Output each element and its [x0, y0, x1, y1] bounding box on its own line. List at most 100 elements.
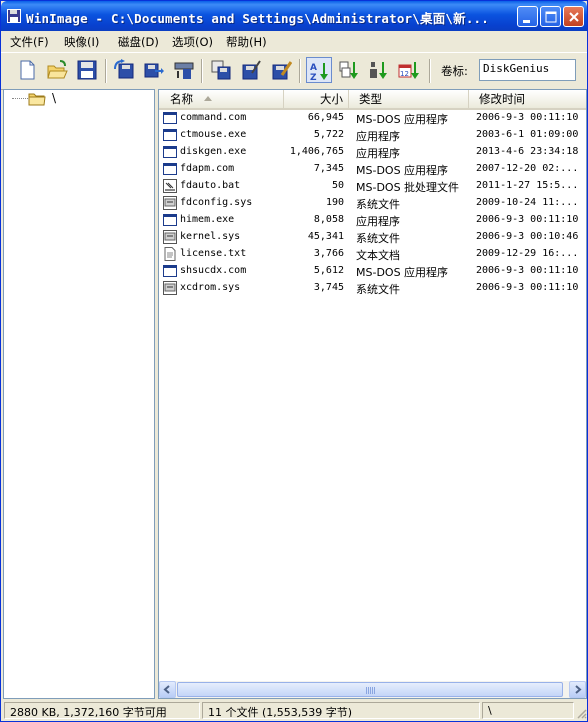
toolbar-separator — [299, 59, 301, 83]
table-row[interactable]: fdauto.bat 50 MS-DOS 批处理文件 2011-1-27 15:5..… — [159, 178, 586, 195]
sort-by-extension-button[interactable] — [336, 57, 362, 83]
table-row[interactable]: kernel.sys 45,341 系统文件 2006-9-3 00:10:46 — [159, 229, 586, 246]
cell-size: 5,722 — [313, 129, 344, 140]
volume-label-input[interactable]: DiskGenius — [479, 59, 576, 81]
sort-ascending-icon — [204, 96, 212, 101]
table-row[interactable]: shsucdx.com 5,612 MS-DOS 应用程序 2006-9-3 00:1… — [159, 263, 586, 280]
column-header-size[interactable]: 大小 — [284, 90, 349, 108]
cell-modified: 2011-1-27 15:5... — [476, 180, 579, 191]
cell-size: 3,766 — [313, 248, 344, 259]
sort-size-icon — [370, 62, 387, 79]
new-button[interactable] — [14, 57, 40, 83]
cell-size: 190 — [325, 197, 344, 208]
minimize-icon — [523, 20, 530, 23]
cell-name: license.txt — [180, 248, 247, 259]
sys-file-icon — [163, 281, 177, 295]
scan-button[interactable] — [171, 57, 197, 83]
extract-icon — [144, 63, 164, 78]
folder-tree[interactable]: \ — [3, 89, 155, 699]
sort-name-icon: AZ — [310, 63, 328, 82]
close-icon — [569, 12, 579, 22]
scroll-right-button[interactable] — [569, 681, 586, 698]
menu-options[interactable]: 选项(O) — [172, 34, 213, 50]
cell-type: 应用程序 — [356, 130, 400, 143]
sort-by-date-button[interactable]: 12 — [396, 57, 422, 83]
minimize-button[interactable] — [517, 6, 538, 27]
maximize-button[interactable] — [540, 6, 561, 27]
open-folder-icon — [47, 60, 68, 79]
menu-file[interactable]: 文件(F) — [10, 34, 49, 50]
arrow-left-icon — [163, 685, 170, 694]
dos-app-icon — [163, 112, 177, 124]
sort-date-icon: 12 — [398, 62, 419, 79]
table-row[interactable]: command.com 66,945 MS-DOS 应用程序 2006-9-3 00:… — [159, 110, 586, 127]
table-row[interactable]: diskgen.exe 1,406,765 应用程序 2013-4-6 23:34:1… — [159, 144, 586, 161]
file-list[interactable]: 名称 大小 类型 修改时间 command.com 66,945 MS-DOS 应用… — [158, 89, 587, 699]
table-row[interactable]: himem.exe 8,058 应用程序 2006-9-3 00:11:10 — [159, 212, 586, 229]
toolbar: AZ 12 卷标: DiskGenius — [1, 52, 587, 90]
open-button[interactable] — [44, 57, 70, 83]
cell-name: ctmouse.exe — [180, 129, 247, 140]
cell-size: 7,345 — [313, 163, 344, 174]
table-row[interactable]: fdapm.com 7,345 MS-DOS 应用程序 2007-12-20 02:.… — [159, 161, 586, 178]
column-header-modified[interactable]: 修改时间 — [469, 90, 586, 108]
menu-bar: 文件(F) 映像(I) 磁盘(D) 选项(O) 帮助(H) — [1, 31, 587, 51]
app-icon — [163, 146, 177, 158]
sys-file-icon — [163, 230, 177, 244]
save-button[interactable] — [74, 57, 100, 83]
svg-text:A: A — [310, 63, 317, 73]
cell-type: 应用程序 — [356, 147, 400, 160]
write-disk-button[interactable] — [238, 57, 264, 83]
table-row[interactable]: fdconfig.sys 190 系统文件 2009-10-24 11:... — [159, 195, 586, 212]
tree-root-label[interactable]: \ — [50, 91, 58, 105]
cell-type: MS-DOS 应用程序 — [356, 113, 449, 126]
close-button[interactable] — [563, 6, 584, 27]
toolbar-separator — [201, 59, 203, 83]
format-disk-icon — [272, 61, 292, 80]
text-file-icon — [164, 247, 176, 261]
cell-type: 系统文件 — [356, 198, 400, 211]
cell-size: 45,341 — [307, 231, 344, 242]
extract-button[interactable] — [141, 57, 167, 83]
sort-by-size-button[interactable] — [366, 57, 392, 83]
cell-size: 5,612 — [313, 265, 344, 276]
cell-name: fdapm.com — [180, 163, 235, 174]
cell-type: MS-DOS 批处理文件 — [356, 181, 460, 194]
menu-image[interactable]: 映像(I) — [64, 34, 99, 50]
cell-modified: 2009-10-24 11:... — [476, 197, 579, 208]
cell-modified: 2009-12-29 16:... — [476, 248, 579, 259]
list-header: 名称 大小 类型 修改时间 — [159, 90, 586, 110]
resize-grip-icon[interactable] — [575, 707, 587, 719]
title-bar[interactable]: WinImage - C:\Documents and Settings\Adm… — [1, 1, 587, 31]
maximize-icon — [545, 11, 557, 23]
cell-name: xcdrom.sys — [180, 282, 241, 293]
cell-type: MS-DOS 应用程序 — [356, 164, 449, 177]
cell-type: 文本文档 — [356, 249, 400, 262]
cell-size: 3,745 — [313, 282, 344, 293]
menu-help[interactable]: 帮助(H) — [226, 34, 267, 50]
cell-type: MS-DOS 应用程序 — [356, 266, 449, 279]
copy-disk-button[interactable] — [208, 57, 234, 83]
column-size-label: 大小 — [320, 92, 343, 106]
table-row[interactable]: xcdrom.sys 3,745 系统文件 2006-9-3 00:11:10 — [159, 280, 586, 297]
arrow-right-icon — [575, 685, 582, 694]
horizontal-scrollbar[interactable] — [159, 681, 586, 698]
column-header-name[interactable]: 名称 — [159, 90, 284, 108]
app-icon — [163, 129, 177, 141]
menu-disk[interactable]: 磁盘(D) — [118, 34, 159, 50]
table-row[interactable]: ctmouse.exe 5,722 应用程序 2003-6-1 01:09:00 — [159, 127, 586, 144]
inject-button[interactable] — [111, 57, 137, 83]
cell-name: command.com — [180, 112, 247, 123]
status-file-count: 11 个文件 (1,553,539 字节) — [202, 702, 480, 719]
grip-icon — [366, 687, 376, 694]
dos-app-icon — [163, 163, 177, 175]
app-icon — [163, 214, 177, 226]
sort-by-name-button[interactable]: AZ — [306, 57, 332, 83]
status-free-space: 2880 KB, 1,372,160 字节可用 — [4, 702, 200, 719]
column-header-type[interactable]: 类型 — [349, 90, 469, 108]
cell-type: 系统文件 — [356, 283, 400, 296]
format-disk-button[interactable] — [268, 57, 294, 83]
scroll-left-button[interactable] — [159, 681, 176, 698]
table-row[interactable]: license.txt 3,766 文本文档 2009-12-29 16:... — [159, 246, 586, 263]
scroll-thumb[interactable] — [177, 682, 563, 697]
